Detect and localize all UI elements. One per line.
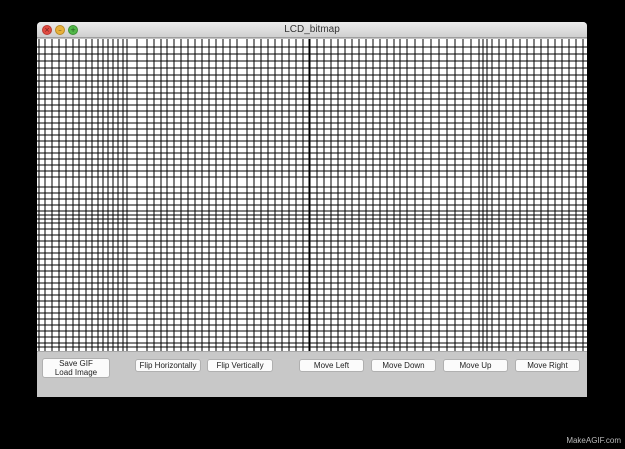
save-gif-label[interactable]: Save GIF [43, 359, 109, 368]
title-bar[interactable]: × – + LCD_bitmap [37, 22, 587, 38]
move-down-button[interactable]: Move Down [371, 359, 436, 372]
control-panel: Save GIF Load Image Flip Horizontally Fl… [37, 351, 587, 397]
pixel-grid-canvas[interactable] [37, 39, 587, 351]
load-image-label[interactable]: Load Image [43, 368, 109, 377]
move-left-button[interactable]: Move Left [299, 359, 364, 372]
pixel-grid[interactable] [37, 39, 587, 351]
move-right-button[interactable]: Move Right [515, 359, 580, 372]
save-load-button[interactable]: Save GIF Load Image [42, 358, 110, 378]
flip-vertically-button[interactable]: Flip Vertically [207, 359, 273, 372]
window-title: LCD_bitmap [284, 24, 340, 35]
watermark: MakeAGIF.com [566, 436, 621, 445]
move-up-button[interactable]: Move Up [443, 359, 508, 372]
app-window: × – + LCD_bitmap Save GIF Load Image Fli… [37, 22, 587, 397]
flip-horizontally-button[interactable]: Flip Horizontally [135, 359, 201, 372]
